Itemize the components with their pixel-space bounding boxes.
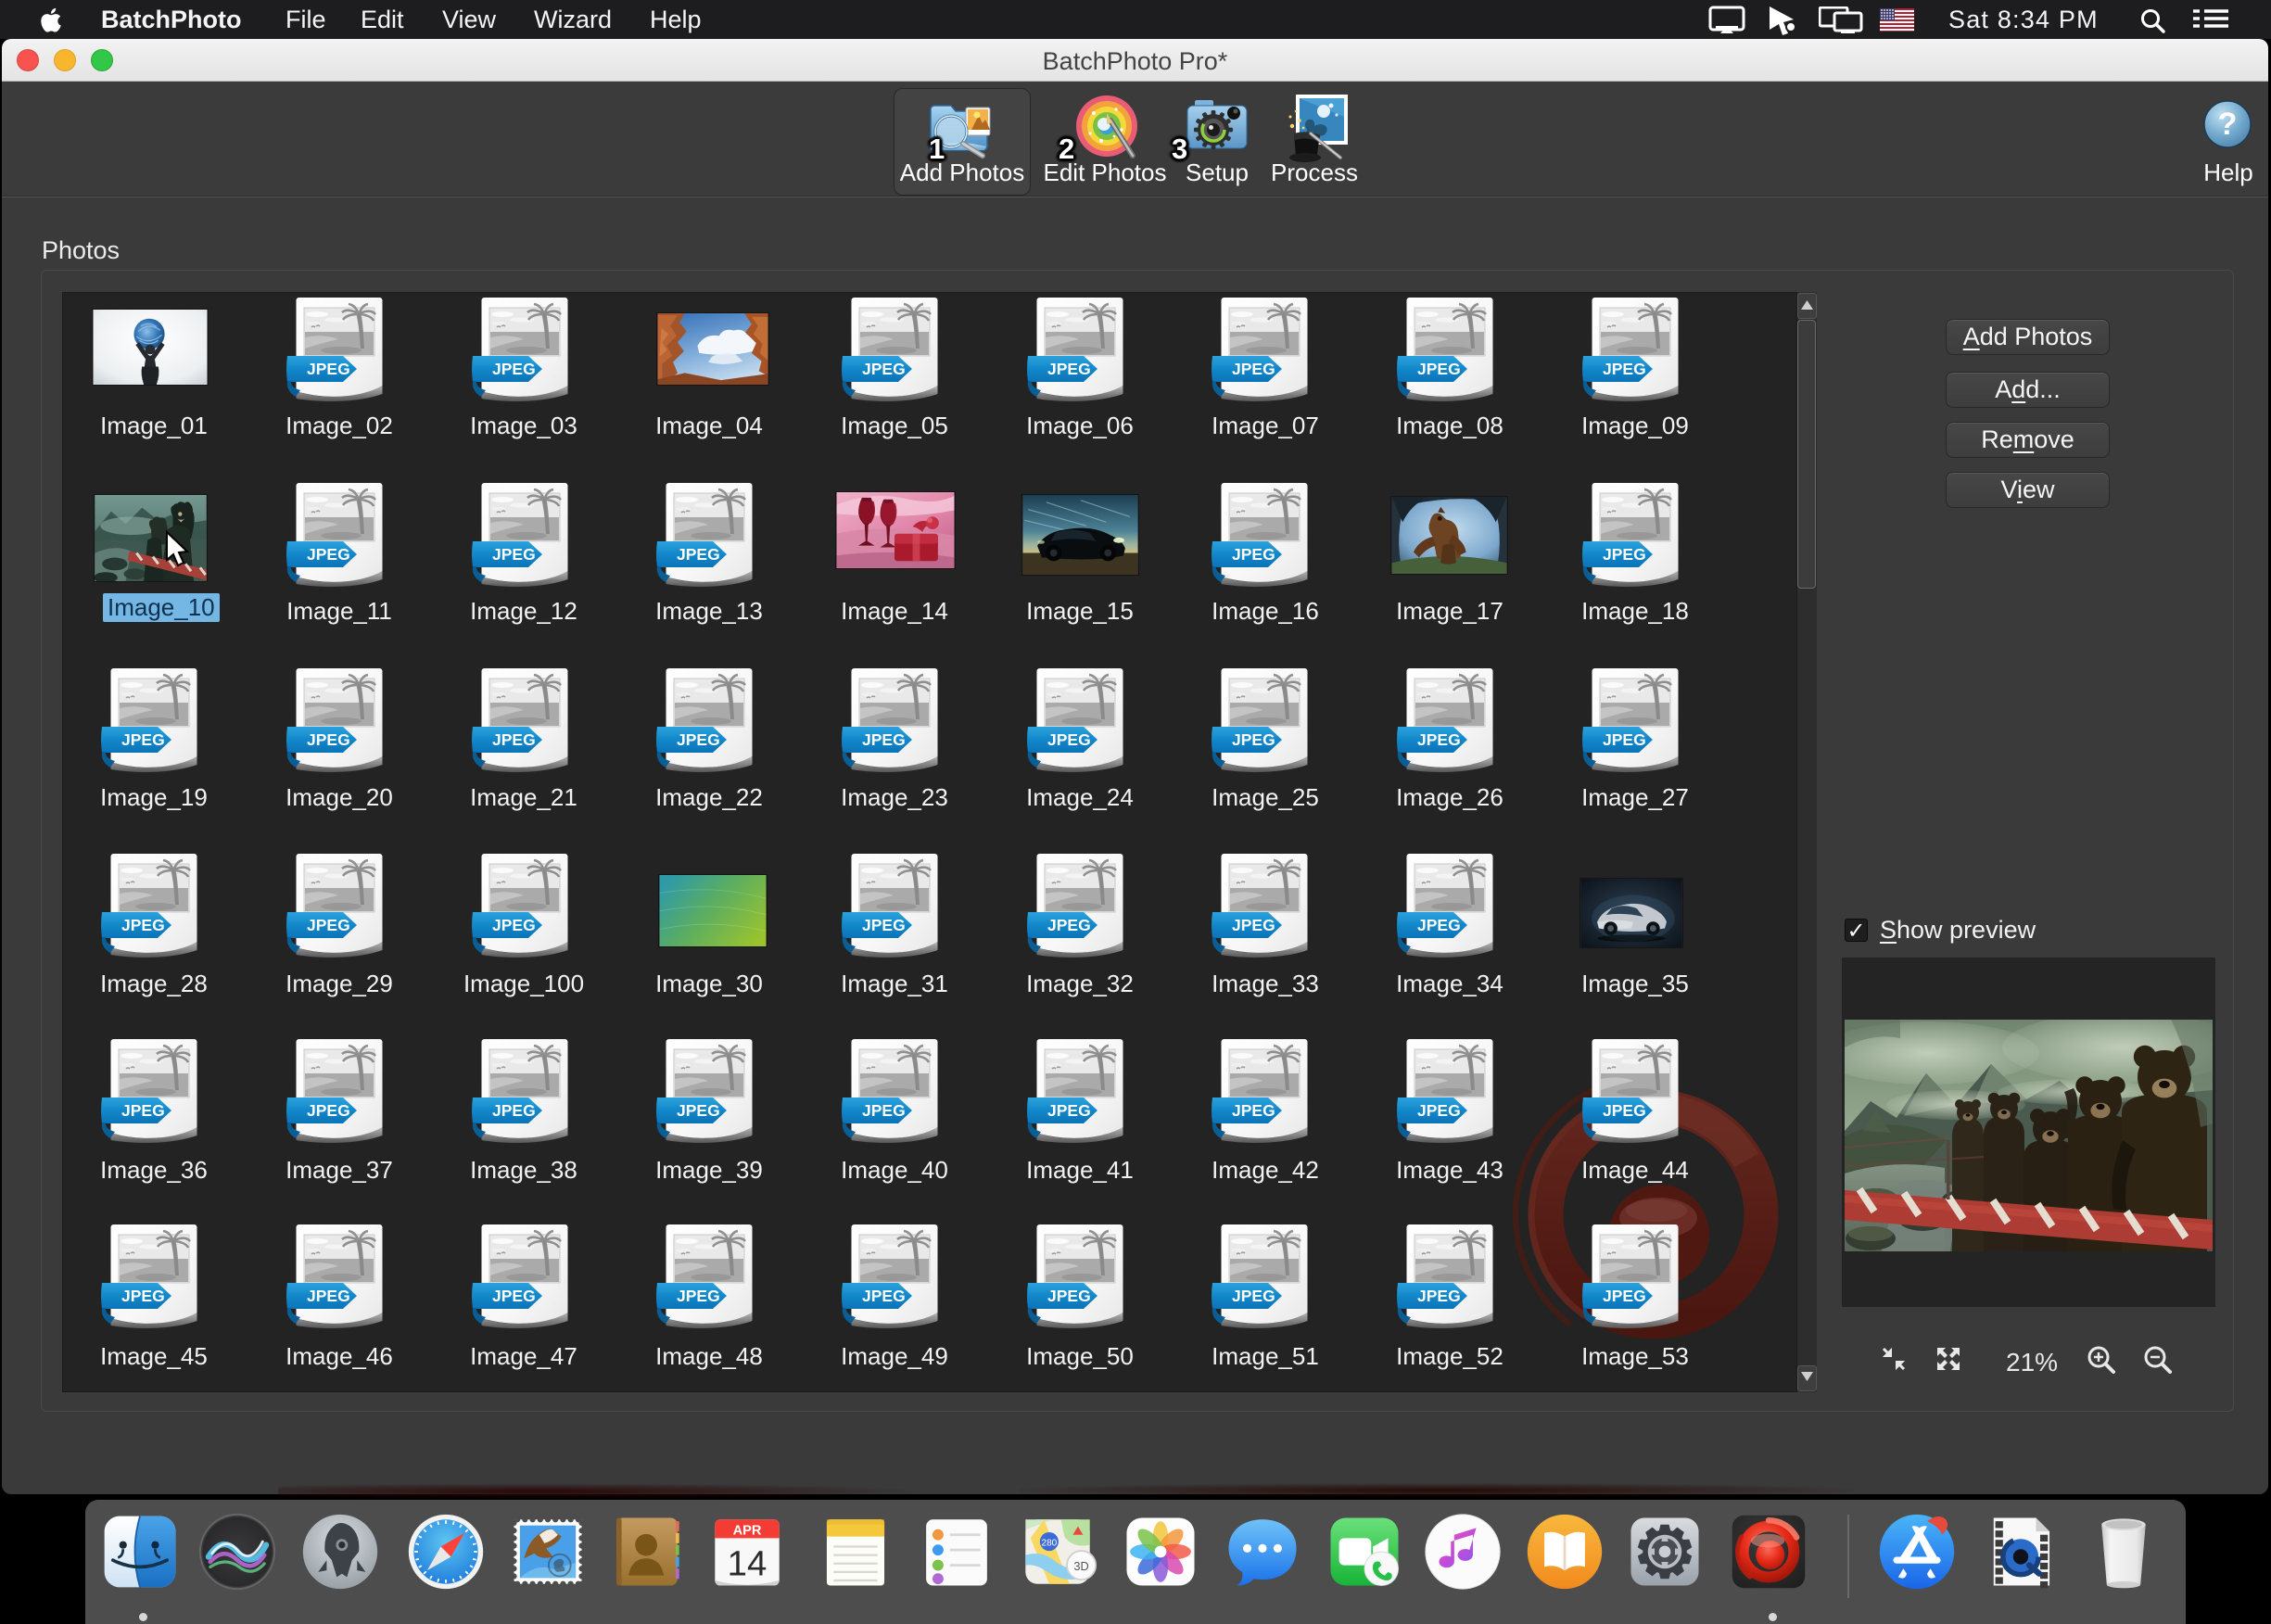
svg-text:APR: APR: [733, 1524, 762, 1539]
svg-text:3D: 3D: [1073, 1559, 1088, 1573]
svg-text:280: 280: [1041, 1539, 1057, 1549]
svg-text:14: 14: [728, 1544, 768, 1584]
svg-text:?: ?: [2218, 107, 2238, 142]
